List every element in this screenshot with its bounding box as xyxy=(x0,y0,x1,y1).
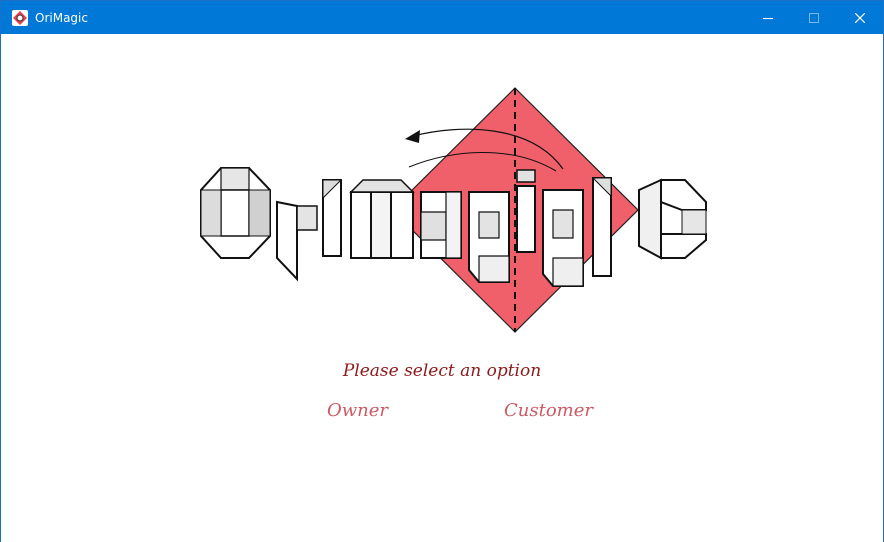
close-button[interactable] xyxy=(837,1,883,34)
title-bar[interactable]: OriMagic xyxy=(1,1,883,34)
logo-graphic xyxy=(200,87,707,333)
select-option-prompt: Please select an option xyxy=(342,361,542,381)
orimagic-logo xyxy=(191,86,711,336)
minimize-icon xyxy=(763,13,773,23)
orimagic-app-icon xyxy=(12,10,28,26)
owner-option-link[interactable]: Owner xyxy=(327,400,388,421)
maximize-button[interactable] xyxy=(791,1,837,34)
main-content: Please select an option Owner Customer xyxy=(1,34,883,542)
window-title: OriMagic xyxy=(35,11,88,25)
app-window: OriMagic Please select an option Owner C… xyxy=(0,0,884,542)
maximize-icon xyxy=(809,12,819,23)
customer-option-link[interactable]: Customer xyxy=(504,400,593,421)
minimize-button[interactable] xyxy=(745,1,791,34)
close-icon xyxy=(855,12,865,23)
